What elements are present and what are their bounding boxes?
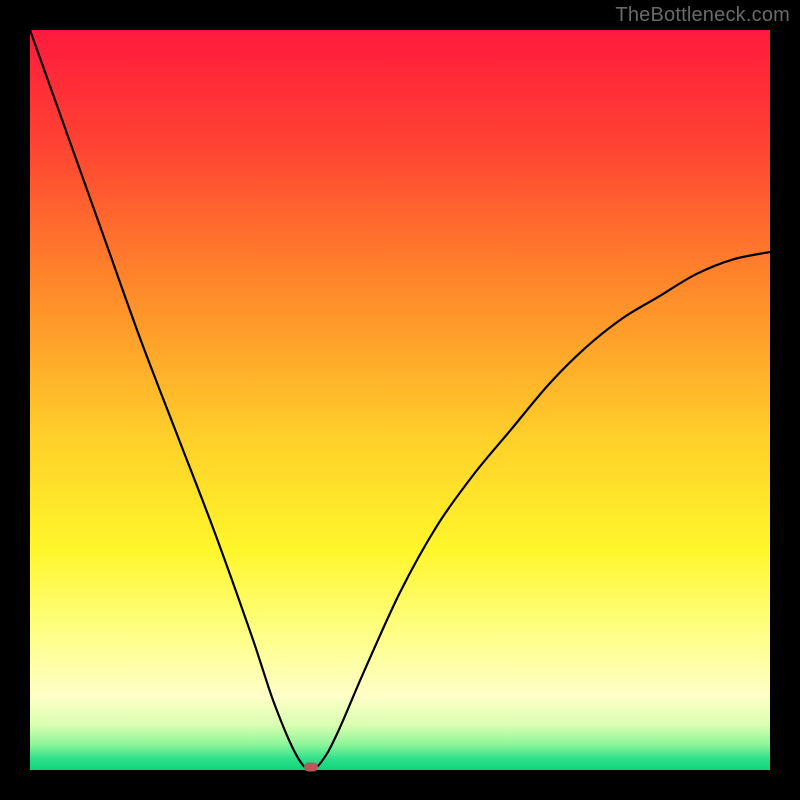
bottleneck-marker [304, 763, 318, 772]
chart-frame: TheBottleneck.com [0, 0, 800, 800]
watermark-text: TheBottleneck.com [615, 4, 790, 27]
chart-background [30, 30, 770, 770]
bottleneck-chart [30, 30, 770, 770]
